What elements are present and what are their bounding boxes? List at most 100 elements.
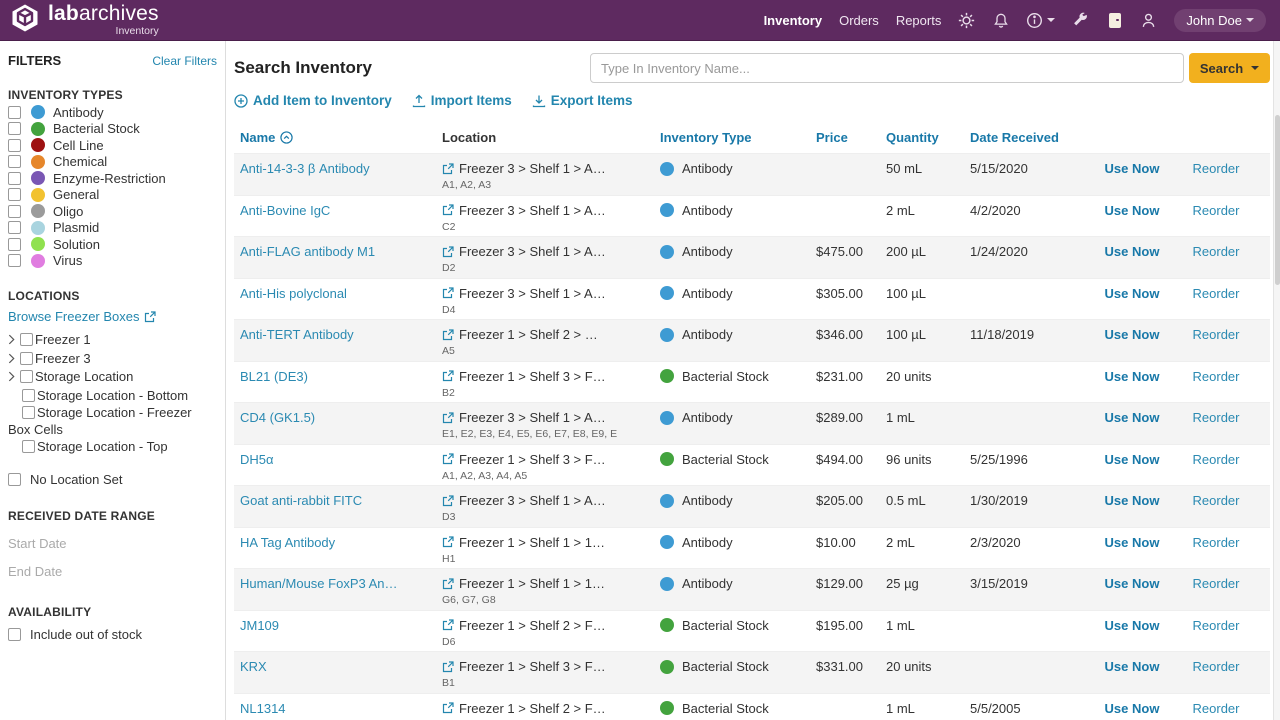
reorder-link[interactable]: Reorder (1193, 576, 1240, 591)
use-now-link[interactable]: Use Now (1105, 161, 1160, 176)
item-name-link[interactable]: HA Tag Antibody (240, 535, 335, 550)
reorder-link[interactable]: Reorder (1193, 701, 1240, 716)
column-header-name[interactable]: Name (240, 130, 275, 145)
use-now-link[interactable]: Use Now (1105, 452, 1160, 467)
nav-link-inventory[interactable]: Inventory (764, 13, 823, 28)
reorder-link[interactable]: Reorder (1193, 659, 1240, 674)
external-link-icon[interactable] (442, 453, 454, 465)
reorder-link[interactable]: Reorder (1193, 286, 1240, 301)
item-name-link[interactable]: Anti-FLAG antibody M1 (240, 244, 375, 259)
inventory-type-checkbox[interactable] (8, 155, 21, 168)
location-link[interactable]: Freezer 3 > Shelf 1 > A… (459, 161, 606, 176)
location-checkbox[interactable] (20, 370, 33, 383)
column-header-location[interactable]: Location (442, 130, 660, 145)
include-out-of-stock-checkbox[interactable] (8, 628, 21, 641)
location-link[interactable]: Freezer 1 > Shelf 3 > F… (459, 452, 606, 467)
item-name-link[interactable]: Anti-14-3-3 β Antibody (240, 161, 370, 176)
location-link[interactable]: Freezer 1 > Shelf 2 > F… (459, 618, 606, 633)
vertical-scrollbar[interactable] (1273, 41, 1280, 720)
item-name-link[interactable]: Anti-His polyclonal (240, 286, 347, 301)
reorder-link[interactable]: Reorder (1193, 203, 1240, 218)
column-header-date[interactable]: Date Received (970, 130, 1088, 145)
external-link-icon[interactable] (442, 246, 454, 258)
external-link-icon[interactable] (442, 287, 454, 299)
use-now-link[interactable]: Use Now (1105, 576, 1160, 591)
user-person-icon[interactable] (1140, 12, 1157, 29)
inventory-type-checkbox[interactable] (8, 254, 21, 267)
item-name-link[interactable]: DH5α (240, 452, 274, 467)
inventory-type-checkbox[interactable] (8, 238, 21, 251)
location-link[interactable]: Freezer 3 > Shelf 1 > A… (459, 244, 606, 259)
location-link[interactable]: Freezer 1 > Shelf 2 > … (459, 327, 598, 342)
no-location-set-checkbox[interactable] (8, 473, 21, 486)
inventory-type-checkbox[interactable] (8, 139, 21, 152)
use-now-link[interactable]: Use Now (1105, 659, 1160, 674)
location-link[interactable]: Freezer 3 > Shelf 1 > A… (459, 203, 606, 218)
location-checkbox[interactable] (22, 406, 35, 419)
help-info-menu[interactable] (1026, 12, 1055, 29)
location-checkbox[interactable] (22, 389, 35, 402)
use-now-link[interactable]: Use Now (1105, 701, 1160, 716)
chevron-right-icon[interactable] (8, 352, 20, 369)
item-name-link[interactable]: CD4 (GK1.5) (240, 410, 315, 425)
item-name-link[interactable]: BL21 (DE3) (240, 369, 308, 384)
nav-link-orders[interactable]: Orders (839, 13, 879, 28)
external-link-icon[interactable] (442, 163, 454, 175)
location-link[interactable]: Freezer 1 > Shelf 1 > 1… (459, 576, 605, 591)
location-link[interactable]: Freezer 3 > Shelf 1 > A… (459, 493, 606, 508)
external-link-icon[interactable] (442, 661, 454, 673)
reorder-link[interactable]: Reorder (1193, 369, 1240, 384)
notifications-bell-icon[interactable] (992, 12, 1009, 29)
reorder-link[interactable]: Reorder (1193, 535, 1240, 550)
inventory-type-checkbox[interactable] (8, 172, 21, 185)
settings-gear-icon[interactable] (958, 12, 975, 29)
item-name-link[interactable]: Goat anti-rabbit FITC (240, 493, 362, 508)
reorder-link[interactable]: Reorder (1193, 452, 1240, 467)
item-name-link[interactable]: Anti-Bovine IgC (240, 203, 330, 218)
location-checkbox[interactable] (20, 352, 33, 365)
inventory-type-checkbox[interactable] (8, 205, 21, 218)
use-now-link[interactable]: Use Now (1105, 327, 1160, 342)
external-link-icon[interactable] (442, 495, 454, 507)
external-link-icon[interactable] (442, 578, 454, 590)
search-button[interactable]: Search (1189, 53, 1270, 83)
import-items-button[interactable]: Import Items (412, 93, 512, 108)
add-item-button[interactable]: Add Item to Inventory (234, 93, 392, 108)
export-items-button[interactable]: Export Items (532, 93, 633, 108)
location-checkbox[interactable] (22, 440, 35, 453)
external-link-icon[interactable] (442, 329, 454, 341)
location-link[interactable]: Freezer 1 > Shelf 3 > F… (459, 659, 606, 674)
reorder-link[interactable]: Reorder (1193, 161, 1240, 176)
location-link[interactable]: Freezer 1 > Shelf 1 > 1… (459, 535, 605, 550)
use-now-link[interactable]: Use Now (1105, 203, 1160, 218)
inventory-type-checkbox[interactable] (8, 106, 21, 119)
column-header-type[interactable]: Inventory Type (660, 130, 816, 145)
start-date-input[interactable] (8, 536, 158, 551)
tools-wrench-icon[interactable] (1072, 12, 1089, 29)
external-link-icon[interactable] (442, 370, 454, 382)
external-link-icon[interactable] (442, 619, 454, 631)
nav-link-reports[interactable]: Reports (896, 13, 942, 28)
location-link[interactable]: Freezer 1 > Shelf 3 > F… (459, 369, 606, 384)
inventory-search-input[interactable] (590, 53, 1184, 83)
location-link[interactable]: Freezer 3 > Shelf 1 > A… (459, 286, 606, 301)
chevron-right-icon[interactable] (8, 333, 20, 350)
browse-freezer-boxes-link[interactable]: Browse Freezer Boxes (8, 309, 156, 324)
item-name-link[interactable]: KRX (240, 659, 267, 674)
sort-ascending-icon[interactable] (280, 131, 293, 144)
external-link-icon[interactable] (442, 702, 454, 714)
location-link[interactable]: Freezer 3 > Shelf 1 > A… (459, 410, 606, 425)
reorder-link[interactable]: Reorder (1193, 618, 1240, 633)
scrollbar-thumb[interactable] (1275, 115, 1280, 285)
item-name-link[interactable]: Anti-TERT Antibody (240, 327, 354, 342)
use-now-link[interactable]: Use Now (1105, 244, 1160, 259)
external-link-icon[interactable] (442, 412, 454, 424)
item-name-link[interactable]: Human/Mouse FoxP3 An… (240, 576, 398, 591)
item-name-link[interactable]: NL1314 (240, 701, 286, 716)
inventory-type-checkbox[interactable] (8, 122, 21, 135)
end-date-input[interactable] (8, 564, 158, 579)
use-now-link[interactable]: Use Now (1105, 535, 1160, 550)
column-header-price[interactable]: Price (816, 130, 886, 145)
use-now-link[interactable]: Use Now (1105, 493, 1160, 508)
reorder-link[interactable]: Reorder (1193, 493, 1240, 508)
